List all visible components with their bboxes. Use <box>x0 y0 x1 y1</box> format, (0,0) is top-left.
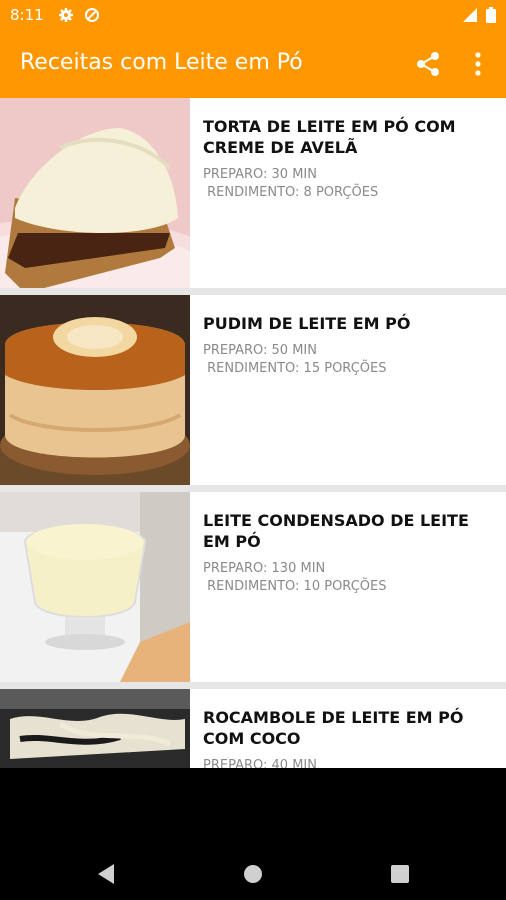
recipe-card[interactable]: PUDIM DE LEITE EM PÓ PREPARO: 50 MIN REN… <box>0 295 506 485</box>
recipe-image <box>0 98 190 288</box>
recipe-card[interactable]: TORTA DE LEITE EM PÓ COM CREME DE AVELÃ … <box>0 98 506 288</box>
recipe-yield: RENDIMENTO: 8 PORÇÕES <box>203 185 379 200</box>
share-icon[interactable] <box>414 50 442 78</box>
home-icon[interactable] <box>243 863 263 885</box>
recipe-title: ROCAMBOLE DE LEITE EM PÓ COM COCO <box>203 708 464 748</box>
recipe-prep-time: PREPARO: 30 MIN <box>203 167 317 182</box>
recipe-list[interactable]: TORTA DE LEITE EM PÓ COM CREME DE AVELÃ … <box>0 98 506 768</box>
gear-icon <box>59 8 73 22</box>
battery-icon <box>486 7 496 23</box>
recipe-image <box>0 295 190 485</box>
recipe-yield: RENDIMENTO: 10 PORÇÕES <box>203 579 387 594</box>
signal-icon <box>463 8 477 22</box>
recipe-card[interactable]: ROCAMBOLE DE LEITE EM PÓ COM COCO PREPAR… <box>0 689 506 768</box>
recipe-title: LEITE CONDENSADO DE LEITE EM PÓ <box>203 511 469 551</box>
app-title: Receitas com Leite em Pó <box>20 50 303 75</box>
recipe-yield: RENDIMENTO: 15 PORÇÕES <box>203 361 387 376</box>
recipe-prep-time: PREPARO: 40 MIN <box>203 758 317 768</box>
recipe-prep-time: PREPARO: 50 MIN <box>203 343 317 358</box>
status-bar: 8:11 <box>0 0 506 30</box>
recents-icon[interactable] <box>390 863 410 885</box>
recipe-image <box>0 689 190 768</box>
recipe-image <box>0 492 190 682</box>
recipe-title: TORTA DE LEITE EM PÓ COM CREME DE AVELÃ <box>203 117 456 157</box>
recipe-prep-time: PREPARO: 130 MIN <box>203 561 326 576</box>
back-icon[interactable] <box>96 863 116 885</box>
recipe-card[interactable]: LEITE CONDENSADO DE LEITE EM PÓ PREPARO:… <box>0 492 506 682</box>
more-vert-icon[interactable] <box>466 50 490 78</box>
navigation-bar <box>0 768 506 900</box>
data-saver-icon <box>85 8 99 22</box>
app-bar: Receitas com Leite em Pó <box>0 30 506 98</box>
status-time: 8:11 <box>10 6 44 24</box>
recipe-title: PUDIM DE LEITE EM PÓ <box>203 314 411 333</box>
